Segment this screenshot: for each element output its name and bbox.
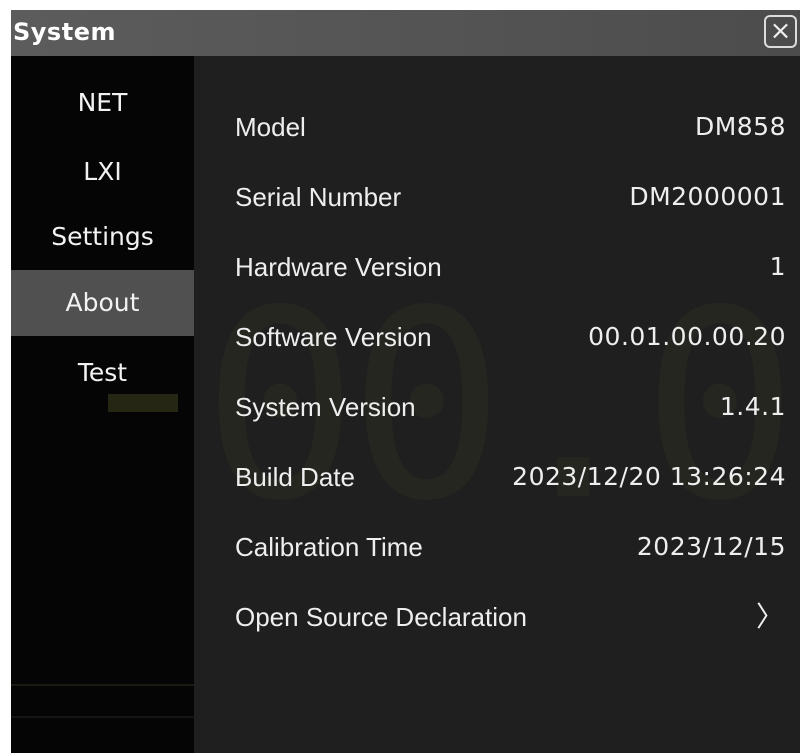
info-value: 1 bbox=[769, 252, 786, 281]
info-row-model: Model DM858 bbox=[194, 92, 800, 162]
system-dialog: System × NET LXI Settings About Test 00.… bbox=[11, 10, 800, 753]
info-value: 2023/12/20 13:26:24 bbox=[512, 462, 786, 491]
info-row-hardware-version: Hardware Version 1 bbox=[194, 232, 800, 302]
info-label: Serial Number bbox=[235, 182, 402, 212]
info-value: 00.01.00.00.20 bbox=[588, 322, 786, 351]
title-bar: System × bbox=[11, 10, 800, 56]
info-value: DM858 bbox=[694, 112, 786, 141]
open-source-declaration-label: Open Source Declaration bbox=[235, 602, 527, 632]
info-value: 1.4.1 bbox=[719, 392, 786, 421]
sidebar-item-about[interactable]: About bbox=[11, 270, 194, 336]
info-value: DM2000001 bbox=[629, 182, 786, 211]
info-label: Software Version bbox=[235, 322, 432, 352]
sidebar-item-settings[interactable]: Settings bbox=[11, 204, 194, 270]
dialog-title: System bbox=[13, 18, 116, 46]
info-row-serial-number: Serial Number DM2000001 bbox=[194, 162, 800, 232]
chevron-right-icon[interactable]: 〉 bbox=[756, 582, 784, 652]
divider bbox=[11, 716, 194, 718]
info-label: Calibration Time bbox=[235, 532, 423, 562]
sidebar-item-net[interactable]: NET bbox=[11, 70, 194, 136]
info-label: Model bbox=[235, 112, 306, 142]
info-row-system-version: System Version 1.4.1 bbox=[194, 372, 800, 442]
about-panel: 00.000 Model DM858 Serial Number DM20000… bbox=[194, 56, 800, 753]
open-source-declaration-row[interactable]: Open Source Declaration 〉 bbox=[194, 582, 800, 652]
info-label: Hardware Version bbox=[235, 252, 442, 282]
info-row-calibration-time: Calibration Time 2023/12/15 bbox=[194, 512, 800, 582]
sidebar-marker bbox=[108, 394, 178, 412]
info-label: Build Date bbox=[235, 462, 355, 492]
info-row-software-version: Software Version 00.01.00.00.20 bbox=[194, 302, 800, 372]
info-row-build-date: Build Date 2023/12/20 13:26:24 bbox=[194, 442, 800, 512]
divider bbox=[11, 684, 194, 686]
close-button[interactable]: × bbox=[764, 15, 797, 48]
close-icon: × bbox=[769, 16, 792, 46]
info-value: 2023/12/15 bbox=[636, 532, 786, 561]
info-label: System Version bbox=[235, 392, 416, 422]
sidebar-item-lxi[interactable]: LXI bbox=[11, 139, 194, 205]
sidebar: NET LXI Settings About Test bbox=[11, 56, 194, 753]
